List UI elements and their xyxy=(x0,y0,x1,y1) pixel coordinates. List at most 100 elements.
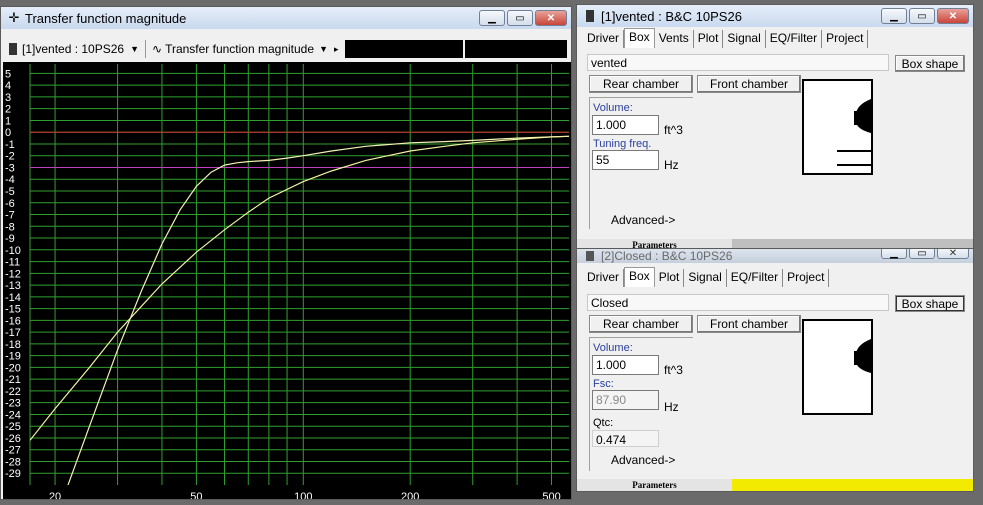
y-tick-label: -8 xyxy=(5,221,15,233)
y-tick-label: -5 xyxy=(5,186,15,198)
closed-title: [2]Closed : B&C 10PS26 xyxy=(601,249,733,263)
y-tick-label: -13 xyxy=(5,280,21,292)
vented-tabs: Driver Box Vents Plot Signal EQ/Filter Project xyxy=(583,28,869,48)
y-tick-label: -26 xyxy=(5,433,21,445)
x-tick-label: 20 xyxy=(49,491,61,500)
chevron-down-icon: ▼ xyxy=(130,44,139,54)
box-name-field[interactable]: vented xyxy=(587,54,889,71)
graph-titlebar[interactable]: ✛ Transfer function magnitude ▁ ▭ ✕ xyxy=(1,7,571,29)
parameters-status-fill xyxy=(732,479,973,491)
y-tick-label: 0 xyxy=(5,127,11,139)
graph-plot-area[interactable]: 5 4 3 2 1 0 -1 -2 -3 -4 -5 -6 -7 -8 -9 -10 -11 -12 -13 -14-… xyxy=(3,62,571,500)
toolbar-readout-b xyxy=(464,40,567,58)
toolbar-readout-a xyxy=(344,40,463,58)
tuning-freq-label: Tuning freq. xyxy=(593,138,652,150)
box-name-field[interactable]: Closed xyxy=(587,294,889,311)
closed-tabs: Driver Box Plot Signal EQ/Filter Project xyxy=(583,267,830,287)
tab-project[interactable]: Project xyxy=(822,30,869,48)
close-button[interactable]: ✕ xyxy=(937,248,969,259)
waveform-icon: ∿ xyxy=(152,42,163,56)
tab-project[interactable]: Project xyxy=(783,269,830,287)
speaker-icon xyxy=(583,9,597,23)
minimize-icon: ▁ xyxy=(890,10,898,22)
y-tick-label: -12 xyxy=(5,268,21,280)
tab-signal[interactable]: Signal xyxy=(684,269,727,287)
graph-title: Transfer function magnitude xyxy=(25,10,187,26)
volume-label: Volume: xyxy=(593,102,633,114)
minimize-icon: ▁ xyxy=(890,248,898,259)
close-icon: ✕ xyxy=(948,248,958,259)
toolbar-overflow-button[interactable]: ▸ xyxy=(332,39,341,59)
closed-parameters-bar[interactable]: Parameters xyxy=(577,479,973,491)
tab-driver[interactable]: Driver xyxy=(583,269,624,287)
rear-chamber-button[interactable]: Rear chamber xyxy=(589,315,693,333)
y-tick-label: -11 xyxy=(5,257,20,269)
maximize-button[interactable]: ▭ xyxy=(909,249,935,259)
driver-select[interactable]: [1]vented : 10PS26 ▼ xyxy=(5,39,143,59)
y-tick-label: -1 xyxy=(5,139,15,151)
y-tick-label: -27 xyxy=(5,445,21,457)
vented-box-diagram xyxy=(802,79,873,175)
close-icon: ✕ xyxy=(546,12,556,24)
y-tick-label: -18 xyxy=(5,339,21,351)
tab-eq-filter[interactable]: EQ/Filter xyxy=(766,30,823,48)
minimize-button[interactable]: ▁ xyxy=(479,10,505,26)
transfer-function-chart[interactable]: 543210-1-2-3-4-5-6-7-8-9-10-11-12-13-14-… xyxy=(3,62,571,500)
y-tick-label: 5 xyxy=(5,68,11,80)
close-icon: ✕ xyxy=(948,10,958,22)
minimize-icon: ▁ xyxy=(488,12,496,24)
minimize-button[interactable]: ▁ xyxy=(881,8,907,24)
advanced-button[interactable]: Advanced-> xyxy=(611,453,675,467)
chevron-right-icon: ▸ xyxy=(334,43,339,54)
x-tick-label: 50 xyxy=(190,491,202,500)
tab-eq-filter[interactable]: EQ/Filter xyxy=(727,269,784,287)
volume-input[interactable]: 1.000 xyxy=(592,115,659,135)
advanced-button[interactable]: Advanced-> xyxy=(611,213,675,227)
box-shape-button[interactable]: Box shape xyxy=(895,295,965,312)
tab-box[interactable]: Box xyxy=(624,28,655,48)
rear-chamber-button[interactable]: Rear chamber xyxy=(589,75,693,93)
speaker-icon xyxy=(9,43,17,55)
y-tick-label: 4 xyxy=(5,80,11,92)
y-tick-label: 1 xyxy=(5,115,11,127)
tab-plot[interactable]: Plot xyxy=(694,30,724,48)
front-chamber-button[interactable]: Front chamber xyxy=(697,315,801,333)
y-tick-label: -22 xyxy=(5,386,21,398)
tuning-freq-input[interactable]: 55 xyxy=(592,150,659,170)
tab-signal[interactable]: Signal xyxy=(723,30,766,48)
y-tick-label: -7 xyxy=(5,210,15,222)
maximize-button[interactable]: ▭ xyxy=(909,8,935,24)
speaker-icon xyxy=(583,249,597,263)
closed-box-window: [2]Closed : B&C 10PS26 ▁ ▭ ✕ Driver Box Pl… xyxy=(576,248,974,492)
x-tick-label: 200 xyxy=(401,491,419,500)
minimize-button[interactable]: ▁ xyxy=(881,248,907,259)
volume-input[interactable]: 1.000 xyxy=(592,355,659,375)
tab-driver[interactable]: Driver xyxy=(583,30,624,48)
y-tick-label: 3 xyxy=(5,92,11,104)
closed-titlebar[interactable]: [2]Closed : B&C 10PS26 ▁ ▭ ✕ xyxy=(577,249,973,263)
curve-select[interactable]: ∿ Transfer function magnitude ▼ xyxy=(148,39,332,59)
tab-vents[interactable]: Vents xyxy=(655,30,694,48)
tab-plot[interactable]: Plot xyxy=(655,269,685,287)
volume-label: Volume: xyxy=(593,342,633,354)
front-chamber-button[interactable]: Front chamber xyxy=(697,75,801,93)
y-tick-label: -17 xyxy=(5,327,21,339)
box-shape-button[interactable]: Box shape xyxy=(895,55,965,72)
close-button[interactable]: ✕ xyxy=(535,10,567,26)
maximize-button[interactable]: ▭ xyxy=(507,10,533,26)
close-button[interactable]: ✕ xyxy=(937,8,969,24)
speaker-driver-icon xyxy=(854,339,871,373)
graph-window: ✛ Transfer function magnitude ▁ ▭ ✕ [1]v… xyxy=(0,6,572,500)
tab-box[interactable]: Box xyxy=(624,267,655,287)
vented-box-window: [1]vented : B&C 10PS26 ▁ ▭ ✕ Driver Box Ve… xyxy=(576,4,974,250)
y-tick-label: -21 xyxy=(5,374,21,386)
qtc-label: Qtc: xyxy=(593,417,614,429)
y-tick-label: -29 xyxy=(5,468,21,480)
vented-title: [1]vented : B&C 10PS26 xyxy=(601,8,742,24)
curve-select-value: Transfer function magnitude xyxy=(165,42,315,56)
x-tick-label: 500 xyxy=(542,491,560,500)
vented-titlebar[interactable]: [1]vented : B&C 10PS26 ▁ ▭ ✕ xyxy=(577,5,973,27)
tuning-freq-unit: Hz xyxy=(664,158,679,172)
y-tick-label: -23 xyxy=(5,398,21,410)
y-tick-label: -9 xyxy=(5,233,15,245)
